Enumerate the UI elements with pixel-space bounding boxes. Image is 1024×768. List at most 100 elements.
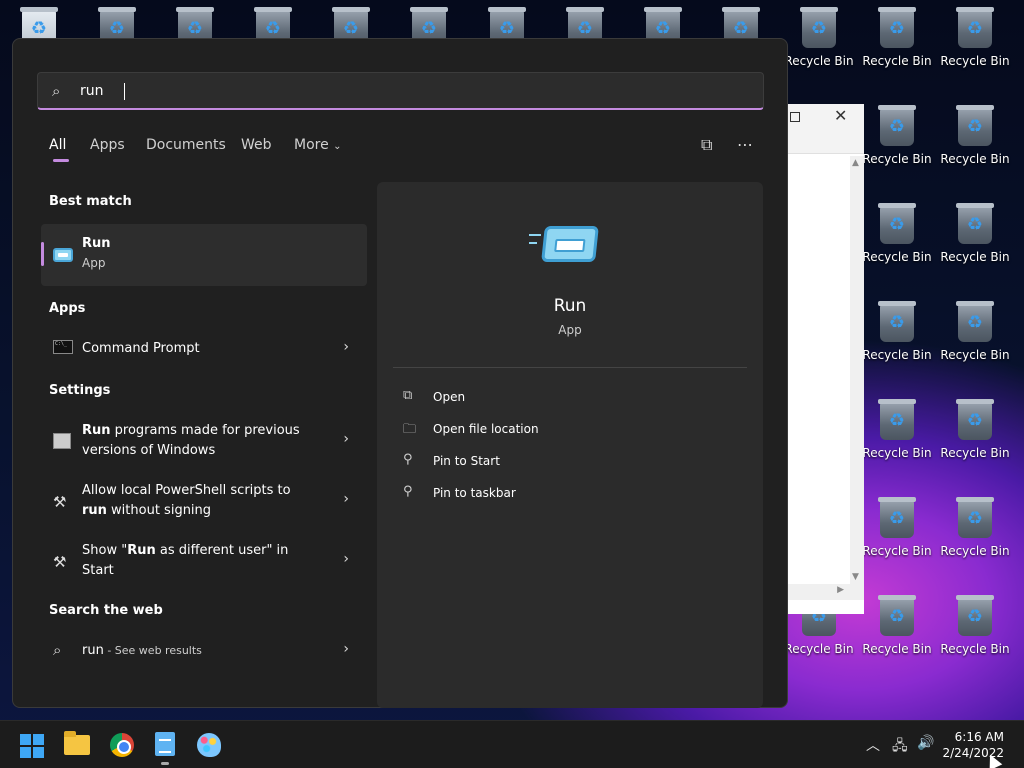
windows-logo-tile: [20, 734, 31, 745]
list-item-setting[interactable]: ⚒ Allow local PowerShell scripts to run …: [41, 481, 367, 525]
folder-icon: 🗀: [403, 422, 417, 437]
windows-logo-tile: [20, 747, 31, 758]
desktop-icon-label: Recycle Bin: [784, 642, 854, 656]
window-title-bar[interactable]: ✕: [786, 104, 864, 154]
list-item-setting[interactable]: ⚒ Show "Run as different user" in Start …: [41, 541, 367, 585]
best-match-run[interactable]: Run App: [41, 224, 367, 286]
chevron-up-icon[interactable]: ︿: [866, 735, 880, 755]
desktop-icon-recycle-bin[interactable]: Recycle Bin: [938, 7, 1012, 68]
web-query: run: [82, 643, 104, 658]
search-web-heading: Search the web: [49, 603, 163, 618]
recycle-bin-icon: [878, 497, 916, 538]
action-open[interactable]: ⧉ Open: [403, 388, 703, 408]
open-icon: ⧉: [403, 388, 413, 403]
desktop-icon-recycle-bin[interactable]: Recycle Bin: [860, 497, 934, 558]
close-icon[interactable]: ✕: [834, 106, 847, 125]
desktop-icon-label: Recycle Bin: [940, 250, 1010, 264]
paint-icon[interactable]: [197, 733, 221, 757]
action-pin-to-start[interactable]: ⚲ Pin to Start: [403, 452, 703, 472]
tab-more[interactable]: More ⌄: [294, 137, 342, 153]
chrome-icon[interactable]: [110, 733, 134, 757]
windows-logo-tile: [33, 747, 44, 758]
chevron-right-icon[interactable]: ›: [343, 339, 349, 355]
chevron-right-icon[interactable]: ›: [343, 431, 349, 447]
settings-heading: Settings: [49, 383, 111, 398]
search-icon: ⌕: [52, 82, 61, 100]
desktop-icon-label: Recycle Bin: [940, 446, 1010, 460]
scroll-right-icon[interactable]: ▶: [837, 585, 844, 595]
running-indicator: [161, 762, 169, 765]
search-icon: ⌕: [53, 641, 62, 659]
start-button[interactable]: [20, 734, 44, 758]
desktop-icon-recycle-bin[interactable]: Recycle Bin: [938, 497, 1012, 558]
divider: [393, 367, 747, 368]
desktop-icon-label: Recycle Bin: [862, 544, 932, 558]
desktop-icon-recycle-bin[interactable]: Recycle Bin: [860, 7, 934, 68]
preview-title: Run: [553, 296, 587, 316]
chevron-right-icon[interactable]: ›: [343, 491, 349, 507]
recycle-bin-icon: [800, 7, 838, 48]
desktop-icon-recycle-bin[interactable]: Recycle Bin: [860, 595, 934, 656]
setting-rest-text: without signing: [106, 503, 212, 518]
volume-icon[interactable]: 🔊: [917, 735, 934, 751]
setting-pre-text: Show ": [82, 543, 128, 558]
desktop-icon-recycle-bin[interactable]: Recycle Bin: [938, 399, 1012, 460]
desktop-icon-label: Recycle Bin: [862, 642, 932, 656]
web-suffix: - See web results: [103, 644, 202, 657]
horizontal-scrollbar[interactable]: ▶: [786, 584, 864, 600]
clock-time: 6:16 AM: [954, 730, 1004, 744]
recycle-bin-icon: [956, 203, 994, 244]
tab-web[interactable]: Web: [241, 137, 272, 153]
setting-bold-term: run: [82, 503, 107, 518]
run-icon-speed-lines: [529, 230, 541, 250]
desktop-icon-recycle-bin[interactable]: Recycle Bin: [938, 595, 1012, 656]
desktop-icon-recycle-bin[interactable]: Recycle Bin: [860, 301, 934, 362]
action-open-file-location[interactable]: 🗀 Open file location: [403, 420, 703, 440]
desktop-icon-recycle-bin[interactable]: Recycle Bin: [860, 203, 934, 264]
pin-icon: ⚲: [403, 484, 413, 499]
maximize-icon[interactable]: [790, 112, 800, 122]
share-icon[interactable]: ⧉: [701, 135, 712, 155]
setting-label: Run programs made for previous versions …: [82, 421, 312, 461]
desktop-icon-recycle-bin[interactable]: Recycle Bin: [860, 399, 934, 460]
tab-all[interactable]: All: [49, 137, 66, 153]
desktop-icon-recycle-bin[interactable]: Recycle Bin: [938, 301, 1012, 362]
recycle-bin-icon: [878, 595, 916, 636]
list-item-web-search[interactable]: ⌕ run - See web results ›: [41, 639, 367, 665]
desktop-icon-label: Recycle Bin: [940, 152, 1010, 166]
developer-tools-icon: ⚒: [53, 493, 67, 511]
background-window[interactable]: ✕ ▲ ▼ ▶: [786, 104, 864, 614]
best-match-title: Run: [82, 236, 111, 251]
file-explorer-icon[interactable]: [64, 731, 90, 755]
list-item-setting[interactable]: Run programs made for previous versions …: [41, 421, 367, 465]
notepad-icon[interactable]: [155, 732, 175, 756]
more-icon[interactable]: ⋯: [737, 135, 753, 154]
desktop-icon-recycle-bin[interactable]: Recycle Bin: [938, 203, 1012, 264]
pin-icon: ⚲: [403, 452, 413, 467]
chevron-right-icon[interactable]: ›: [343, 641, 349, 657]
command-prompt-label: Command Prompt: [82, 341, 200, 356]
action-pin-to-taskbar[interactable]: ⚲ Pin to taskbar: [403, 484, 703, 504]
desktop-icon-recycle-bin[interactable]: Recycle Bin: [860, 105, 934, 166]
recycle-bin-icon: [956, 105, 994, 146]
desktop-icon-recycle-bin[interactable]: Recycle Bin: [782, 7, 856, 68]
setting-label: Allow local PowerShell scripts to run wi…: [82, 481, 312, 521]
desktop-icon-recycle-bin[interactable]: Recycle Bin: [938, 105, 1012, 166]
desktop-icon-label: Recycle Bin: [862, 348, 932, 362]
tab-documents[interactable]: Documents: [146, 137, 226, 153]
search-input[interactable]: ⌕ run: [37, 72, 764, 110]
scroll-down-icon[interactable]: ▼: [852, 572, 859, 582]
tab-apps[interactable]: Apps: [90, 137, 125, 153]
legacy-program-icon: [53, 433, 71, 449]
action-label: Pin to taskbar: [433, 486, 516, 500]
recycle-bin-icon: [878, 399, 916, 440]
network-icon[interactable]: 🖧: [892, 735, 908, 759]
search-value[interactable]: run: [80, 83, 104, 99]
list-item-command-prompt[interactable]: Command Prompt ›: [41, 335, 367, 363]
windows-logo-tile: [33, 734, 44, 745]
vertical-scrollbar[interactable]: ▲ ▼: [850, 156, 864, 584]
chevron-right-icon[interactable]: ›: [343, 551, 349, 567]
scroll-up-icon[interactable]: ▲: [852, 158, 859, 168]
recycle-bin-icon: [878, 7, 916, 48]
run-large-icon: [541, 226, 599, 262]
